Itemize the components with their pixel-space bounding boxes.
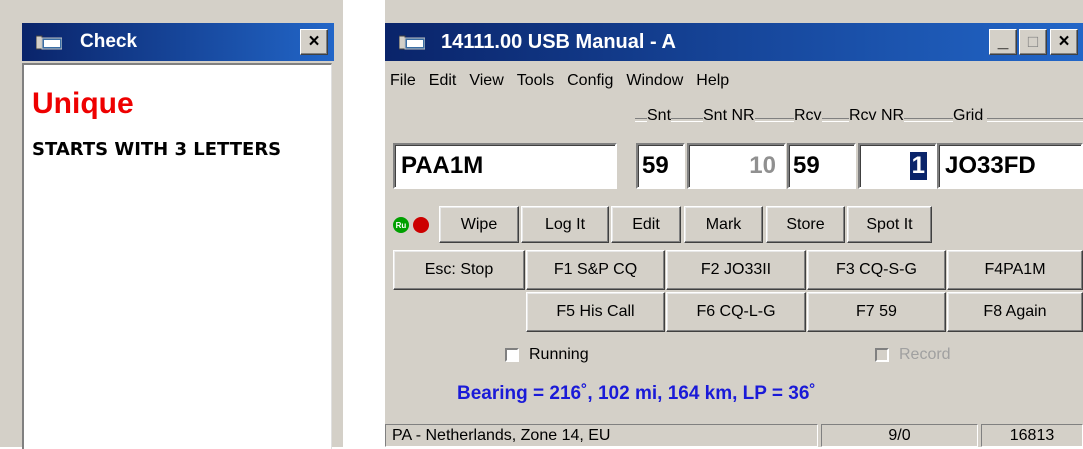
record-indicator-icon (413, 217, 429, 233)
grid-field[interactable]: JO33FD (937, 143, 1083, 189)
mark-button[interactable]: Mark (684, 206, 763, 243)
check-message: STARTS WITH 3 LETTERS (32, 139, 282, 160)
running-checkbox[interactable]: Running (505, 346, 589, 364)
window-icon (36, 35, 62, 50)
bearing-text: Bearing = 216˚, 102 mi, 164 km, LP = 36˚ (457, 383, 816, 404)
f1-button[interactable]: F1 S&P CQ (526, 250, 665, 290)
record-checkbox-box[interactable] (875, 348, 889, 362)
close-icon[interactable]: × (1050, 29, 1078, 55)
snt-nr-label: Snt NR (703, 107, 755, 125)
store-button[interactable]: Store (766, 206, 845, 243)
rcv-nr-selection: 1 (909, 152, 927, 180)
f6-button[interactable]: F6 CQ-L-G (666, 292, 806, 332)
menu-tools[interactable]: Tools (517, 72, 554, 96)
grid-label: Grid (953, 107, 988, 125)
maximize-icon[interactable]: □ (1019, 29, 1047, 55)
f2-button[interactable]: F2 JO33II (666, 250, 806, 290)
status-count: 16813 (981, 424, 1083, 447)
menu-bar: File Edit View Tools Config Window Help (385, 72, 729, 96)
main-title: 14111.00 USB Manual - A (441, 31, 676, 53)
menu-file[interactable]: File (390, 72, 416, 96)
check-title-bar[interactable]: Check × (22, 23, 334, 61)
check-title: Check (80, 31, 138, 52)
f5-button[interactable]: F5 His Call (526, 292, 665, 332)
running-label: Running (529, 346, 589, 363)
menu-edit[interactable]: Edit (429, 72, 457, 96)
record-label: Record (899, 346, 951, 363)
rcv-label: Rcv (794, 107, 822, 125)
snt-nr-field[interactable]: 10 (687, 143, 786, 189)
f8-button[interactable]: F8 Again (947, 292, 1083, 332)
main-title-bar[interactable]: 14111.00 USB Manual - A _ □ × (385, 23, 1083, 61)
status-ratio: 9/0 (821, 424, 978, 447)
menu-help[interactable]: Help (696, 72, 729, 96)
log-it-button[interactable]: Log It (521, 206, 609, 243)
rcv-nr-field[interactable]: 1 (858, 143, 937, 189)
f4-button[interactable]: F4PA1M (947, 250, 1083, 290)
edit-button[interactable]: Edit (611, 206, 681, 243)
menu-config[interactable]: Config (567, 72, 613, 96)
wipe-button[interactable]: Wipe (439, 206, 519, 243)
rcv-nr-label: Rcv NR (849, 107, 905, 125)
snt-label: Snt (647, 107, 672, 125)
minimize-icon[interactable]: _ (989, 29, 1017, 55)
check-status-text: Unique (32, 87, 134, 120)
menu-window[interactable]: Window (626, 72, 683, 96)
close-icon[interactable]: × (300, 29, 328, 55)
check-result-pane: Unique STARTS WITH 3 LETTERS (22, 63, 332, 449)
spot-it-button[interactable]: Spot It (847, 206, 932, 243)
check-window: Check × Unique STARTS WITH 3 LETTERS (0, 0, 343, 449)
callsign-field[interactable]: PAA1M (393, 143, 617, 189)
main-entry-window: 14111.00 USB Manual - A _ □ × File Edit … (385, 0, 1083, 447)
rcv-field[interactable]: 59 (787, 143, 856, 189)
snt-field[interactable]: 59 (636, 143, 685, 189)
window-icon (399, 35, 425, 50)
f3-button[interactable]: F3 CQ-S-G (807, 250, 946, 290)
f7-button[interactable]: F7 59 (807, 292, 946, 332)
rate-indicator-icon: Ru (393, 217, 409, 233)
record-checkbox[interactable]: Record (875, 346, 951, 364)
running-checkbox-box[interactable] (505, 348, 519, 362)
menu-view[interactable]: View (469, 72, 503, 96)
status-location: PA - Netherlands, Zone 14, EU (385, 424, 818, 447)
esc-stop-button[interactable]: Esc: Stop (393, 250, 525, 290)
